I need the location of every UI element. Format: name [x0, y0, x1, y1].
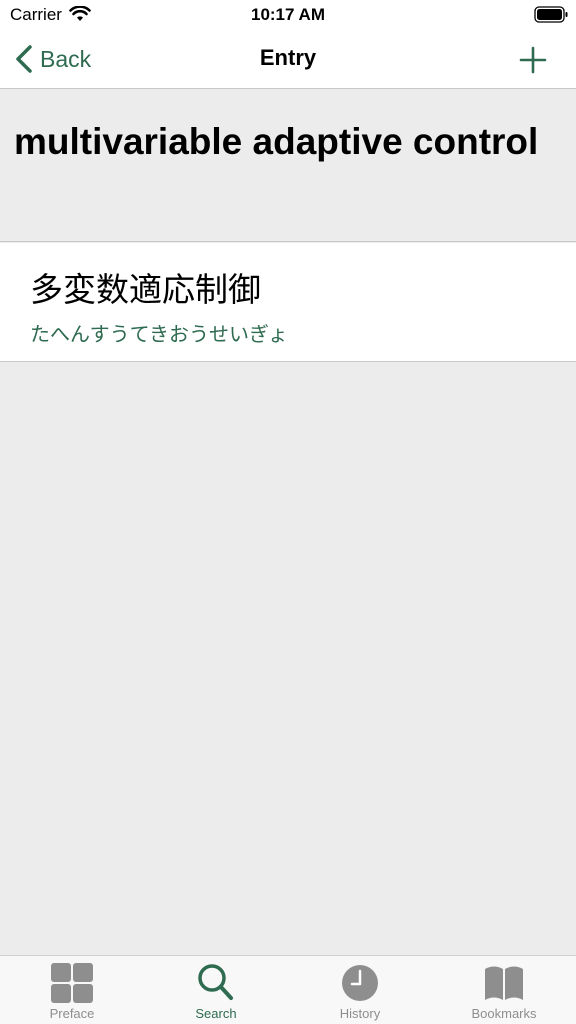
tab-label-preface: Preface — [49, 1006, 95, 1021]
book-icon — [485, 966, 523, 1000]
add-icon[interactable] — [518, 45, 548, 75]
tab-history[interactable]: History — [288, 956, 432, 1024]
tab-bookmarks[interactable]: Bookmarks — [432, 956, 576, 1024]
battery-icon — [534, 6, 568, 23]
clock-icon — [342, 965, 378, 1001]
search-icon — [198, 964, 233, 1000]
tab-bar: Preface Search History Bookmarks — [0, 955, 576, 1024]
tab-label-bookmarks: Bookmarks — [471, 1006, 537, 1021]
tab-label-search: Search — [195, 1006, 237, 1021]
status-bar: Carrier 10:17 AM — [0, 0, 576, 30]
translation-reading: たへんすうてきおうせいぎょ — [30, 322, 288, 346]
tab-search[interactable]: Search — [144, 956, 288, 1024]
translation-row[interactable]: 多変数適応制御 たへんすうてきおうせいぎょ — [0, 243, 576, 362]
navigation-bar: Back Entry — [0, 30, 576, 89]
tab-label-history: History — [339, 1006, 381, 1021]
page-title: Entry — [259, 45, 317, 70]
entry-term: multivariable adaptive control — [14, 121, 539, 162]
status-time: 10:17 AM — [250, 5, 325, 24]
translation-kanji: 多変数適応制御 — [30, 270, 261, 309]
entry-header: multivariable adaptive control — [0, 90, 576, 242]
tab-preface[interactable]: Preface — [0, 956, 144, 1024]
grid-icon — [51, 963, 93, 1003]
